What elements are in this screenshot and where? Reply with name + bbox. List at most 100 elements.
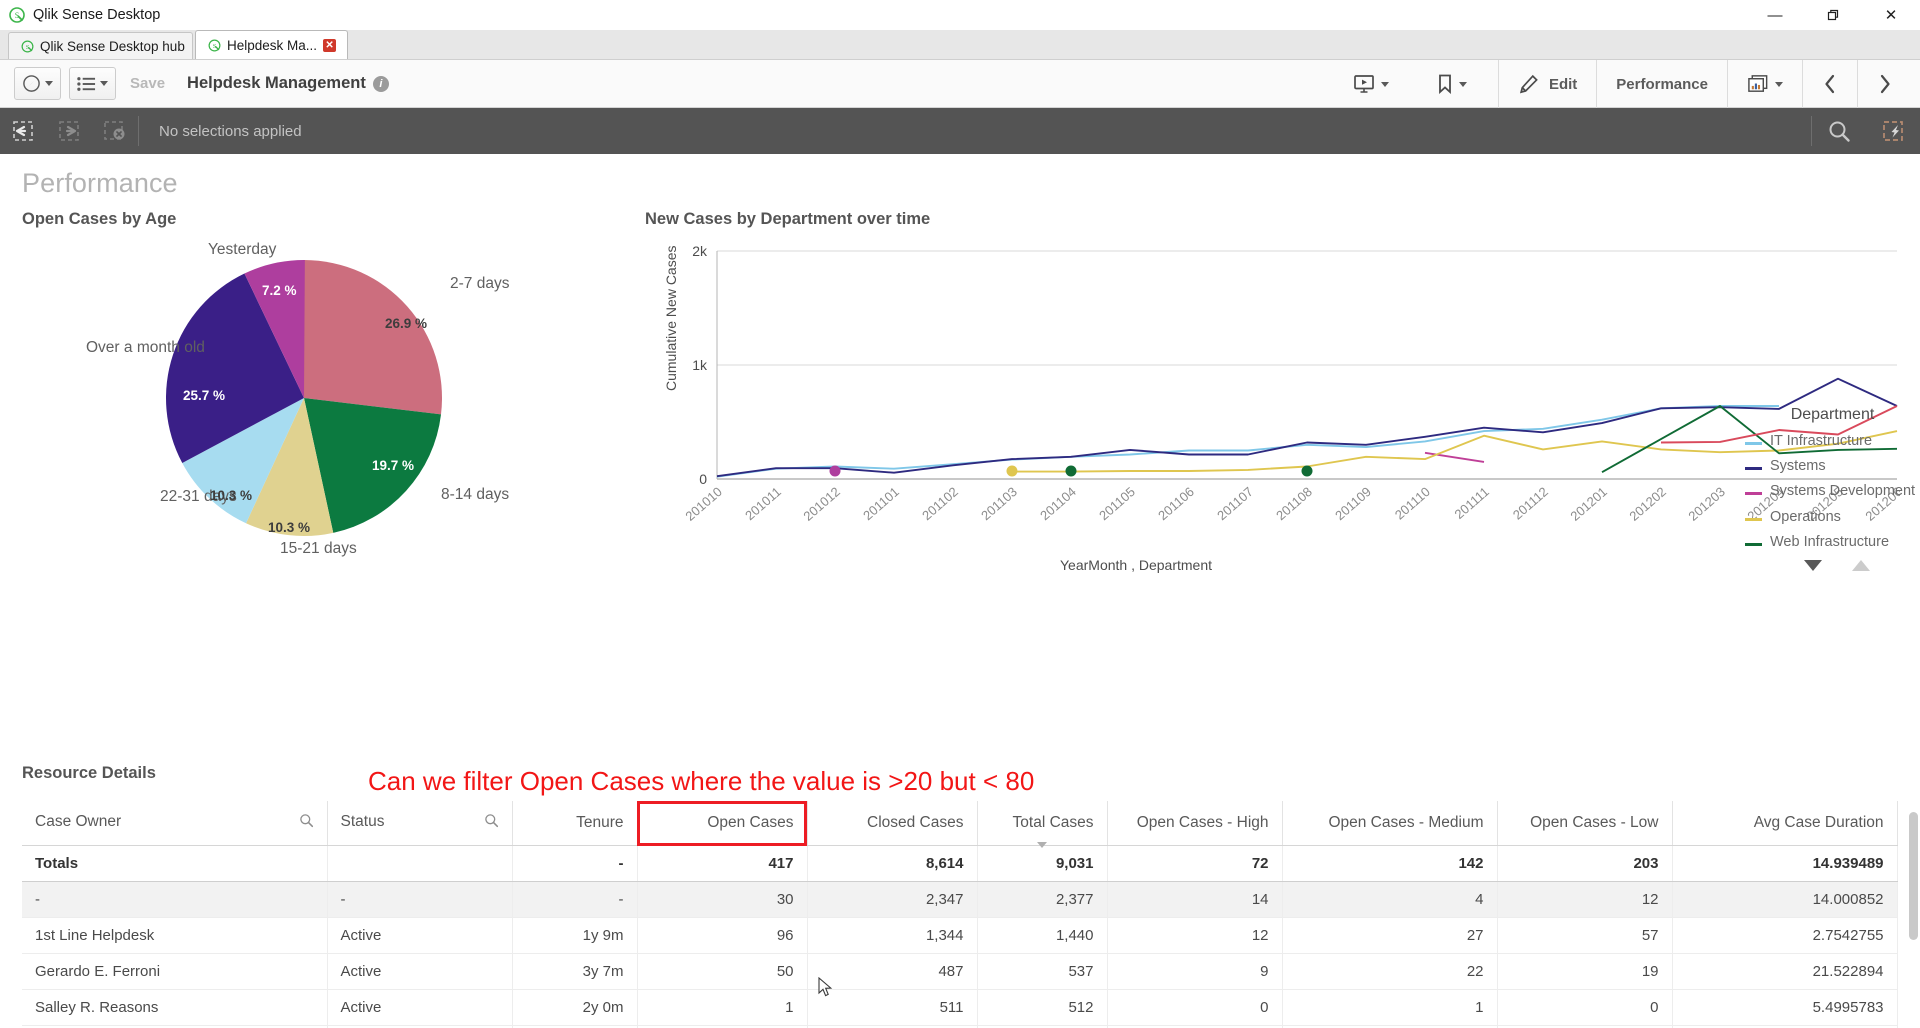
table-cell[interactable]: 14.939489 bbox=[1672, 845, 1898, 882]
table-column-header[interactable]: Total Cases bbox=[977, 801, 1108, 848]
table-cell[interactable]: 1st Line Helpdesk bbox=[22, 917, 328, 954]
data-point-marker[interactable] bbox=[829, 465, 841, 477]
line-series[interactable] bbox=[716, 405, 1779, 478]
bookmarks-button[interactable] bbox=[1418, 60, 1486, 108]
table-cell[interactable]: 19 bbox=[1497, 953, 1673, 990]
data-point-marker[interactable] bbox=[1006, 465, 1018, 477]
table-cell[interactable]: 30 bbox=[637, 881, 808, 918]
table-cell[interactable]: 27 bbox=[1282, 917, 1498, 954]
column-search-icon[interactable] bbox=[484, 813, 499, 833]
tab-close-icon[interactable]: ✕ bbox=[323, 38, 337, 52]
legend-item[interactable]: IT Infrastructure bbox=[1745, 433, 1920, 449]
column-search-icon[interactable] bbox=[299, 813, 314, 833]
table-column-header[interactable]: Closed Cases bbox=[807, 801, 978, 846]
table-column-header[interactable]: Open Cases - High bbox=[1107, 801, 1283, 846]
table-cell[interactable]: Active bbox=[327, 989, 513, 1026]
table-cell[interactable]: 5.4995783 bbox=[1672, 989, 1898, 1026]
resource-details-table[interactable]: Case Owner Status Tenure Open Cases Closed C… bbox=[22, 801, 1898, 1028]
table-cell[interactable]: 4 bbox=[1282, 881, 1498, 918]
table-cell[interactable]: 203 bbox=[1497, 845, 1673, 882]
table-cell[interactable]: 512 bbox=[977, 989, 1108, 1026]
next-sheet-button[interactable] bbox=[1857, 60, 1912, 108]
table-cell[interactable]: 14.000852 bbox=[1672, 881, 1898, 918]
clear-all-selections-button[interactable] bbox=[92, 108, 138, 154]
table-cell[interactable]: - bbox=[512, 845, 638, 882]
legend-item[interactable]: Web Infrastructure bbox=[1745, 534, 1920, 550]
table-column-header[interactable]: Open Cases - Medium bbox=[1282, 801, 1498, 846]
minimize-button[interactable]: — bbox=[1746, 0, 1804, 30]
table-column-header[interactable]: Open Cases bbox=[637, 801, 808, 846]
data-point-marker[interactable] bbox=[1065, 465, 1077, 477]
table-cell[interactable]: 12 bbox=[1497, 881, 1673, 918]
table-cell[interactable]: 1,344 bbox=[807, 917, 978, 954]
table-cell[interactable]: 0 bbox=[1107, 989, 1283, 1026]
table-cell[interactable]: 96 bbox=[637, 917, 808, 954]
table-cell[interactable]: 537 bbox=[977, 953, 1108, 990]
table-row[interactable]: Gerardo E. Ferroni Active 3y 7m 50 487 537 9 22… bbox=[22, 953, 1898, 990]
table-cell[interactable]: - bbox=[22, 881, 328, 918]
smart-search-icon[interactable] bbox=[1866, 108, 1920, 154]
pie-slice[interactable] bbox=[304, 260, 442, 415]
navigation-menu-button[interactable] bbox=[14, 67, 61, 100]
table-row[interactable]: 1st Line Helpdesk Active 1y 9m 96 1,344 1,440… bbox=[22, 917, 1898, 954]
table-column-header[interactable]: Tenure bbox=[512, 801, 638, 846]
table-column-header[interactable]: Case Owner bbox=[22, 801, 328, 846]
table-cell[interactable]: - bbox=[327, 881, 513, 918]
table-cell[interactable]: 3y 7m bbox=[512, 953, 638, 990]
close-button[interactable]: ✕ bbox=[1862, 0, 1920, 30]
table-row[interactable]: - - -30 2,347 2,377 14 4 12 14.000852 bbox=[22, 881, 1898, 918]
table-cell[interactable]: - bbox=[512, 881, 638, 918]
table-cell[interactable]: Gerardo E. Ferroni bbox=[22, 953, 328, 990]
pie-chart-svg[interactable] bbox=[22, 243, 642, 573]
table-cell[interactable]: 1 bbox=[1282, 989, 1498, 1026]
table-cell[interactable]: Totals bbox=[22, 845, 328, 882]
table-cell[interactable]: 22 bbox=[1282, 953, 1498, 990]
info-icon[interactable]: i bbox=[372, 75, 389, 92]
table-scrollbar[interactable] bbox=[1909, 812, 1918, 940]
table-cell[interactable]: 50 bbox=[637, 953, 808, 990]
table-cell[interactable]: Active bbox=[327, 953, 513, 990]
table-cell[interactable]: 1y 9m bbox=[512, 917, 638, 954]
table-cell[interactable]: 1 bbox=[637, 989, 808, 1026]
table-cell[interactable]: Active bbox=[327, 917, 513, 954]
chart-new-cases-by-department[interactable]: New Cases by Department over time Cumula… bbox=[645, 210, 1912, 581]
table-cell[interactable]: 72 bbox=[1107, 845, 1283, 882]
table-column-header[interactable]: Open Cases - Low bbox=[1497, 801, 1673, 846]
table-cell[interactable]: 57 bbox=[1497, 917, 1673, 954]
current-sheet-name[interactable]: Performance bbox=[1596, 60, 1727, 108]
selection-step-back-button[interactable] bbox=[0, 108, 46, 154]
table-cell[interactable]: 9 bbox=[1107, 953, 1283, 990]
line-series[interactable] bbox=[1424, 451, 1485, 463]
selection-step-forward-button[interactable] bbox=[46, 108, 92, 154]
table-cell[interactable]: 2,347 bbox=[807, 881, 978, 918]
table-cell[interactable]: 8,614 bbox=[807, 845, 978, 882]
table-row[interactable]: Salley R. Reasons Active 2y 0m 1 511 512 0 1 0 5.… bbox=[22, 989, 1898, 1026]
pie-chart-area[interactable]: Yesterday 2-7 days 8-14 days 15-21 days … bbox=[22, 241, 642, 573]
tab-hub[interactable]: S Qlik Sense Desktop hub bbox=[8, 32, 193, 59]
table-cell[interactable]: 142 bbox=[1282, 845, 1498, 882]
table-cell[interactable]: 2,377 bbox=[977, 881, 1108, 918]
legend-item[interactable]: Systems bbox=[1745, 458, 1920, 474]
sheet-list-button[interactable] bbox=[69, 67, 116, 100]
search-icon[interactable] bbox=[1812, 108, 1866, 154]
table-resource-details[interactable]: Resource Details Case Owner Status Tenure O… bbox=[22, 764, 1920, 1028]
legend-item[interactable]: Operations bbox=[1745, 509, 1920, 525]
table-cell[interactable]: 1,440 bbox=[977, 917, 1108, 954]
table-column-header[interactable]: Avg Case Duration bbox=[1672, 801, 1898, 846]
table-cell[interactable]: Salley R. Reasons bbox=[22, 989, 328, 1026]
table-cell[interactable]: 12 bbox=[1107, 917, 1283, 954]
storytelling-button[interactable] bbox=[1334, 60, 1408, 108]
table-cell[interactable]: 417 bbox=[637, 845, 808, 882]
table-totals-row[interactable]: Totals -417 8,614 9,031 72 142 203 14.939489 bbox=[22, 845, 1898, 882]
table-cell[interactable] bbox=[327, 845, 513, 882]
data-point-marker[interactable] bbox=[1301, 465, 1313, 477]
legend-scroll-down-icon[interactable] bbox=[1803, 560, 1822, 572]
tab-helpdesk[interactable]: S Helpdesk Ma... ✕ bbox=[195, 30, 349, 59]
table-cell[interactable]: 14 bbox=[1107, 881, 1283, 918]
chart-open-cases-by-age[interactable]: Open Cases by Age Yesterday 2-7 days 8-1… bbox=[22, 210, 642, 573]
table-cell[interactable]: 0 bbox=[1497, 989, 1673, 1026]
line-series[interactable] bbox=[716, 377, 1898, 478]
previous-sheet-button[interactable] bbox=[1802, 60, 1857, 108]
table-column-header[interactable]: Status bbox=[327, 801, 513, 846]
line-chart-area[interactable]: Cumulative New Cases 0 1k 2k 201010 201011 20… bbox=[645, 241, 1912, 581]
